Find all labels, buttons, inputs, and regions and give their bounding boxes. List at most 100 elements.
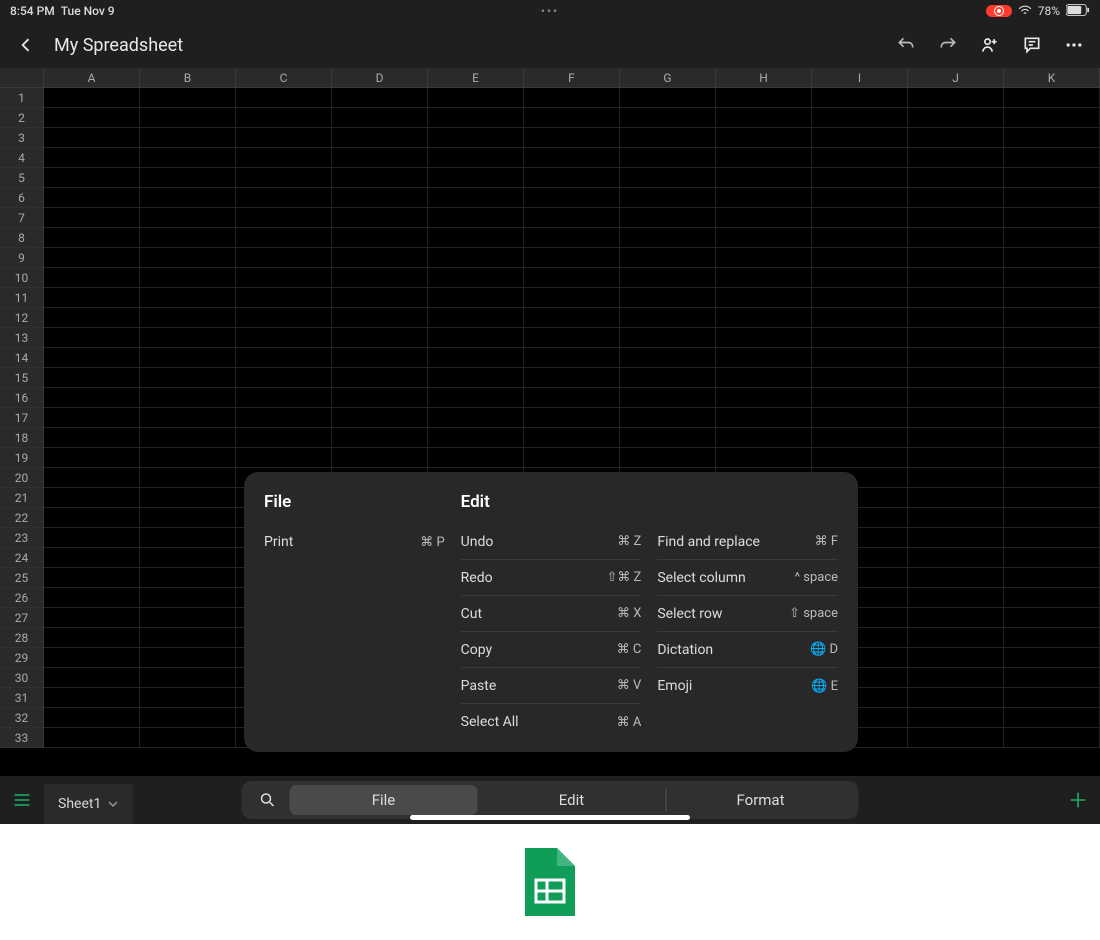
- cell[interactable]: [236, 448, 332, 468]
- undo-button[interactable]: [892, 31, 920, 59]
- cell[interactable]: [44, 488, 140, 508]
- cell[interactable]: [44, 588, 140, 608]
- cell[interactable]: [140, 468, 236, 488]
- cell[interactable]: [140, 628, 236, 648]
- row-header[interactable]: 16: [0, 388, 44, 408]
- cell[interactable]: [908, 88, 1004, 108]
- cell[interactable]: [428, 308, 524, 328]
- cell[interactable]: [908, 148, 1004, 168]
- segment-format[interactable]: Format: [667, 785, 855, 815]
- row-header[interactable]: 18: [0, 428, 44, 448]
- search-button[interactable]: [246, 791, 290, 809]
- row-header[interactable]: 10: [0, 268, 44, 288]
- row-header[interactable]: 1: [0, 88, 44, 108]
- cell[interactable]: [140, 588, 236, 608]
- cell[interactable]: [716, 448, 812, 468]
- row-header[interactable]: 14: [0, 348, 44, 368]
- cell[interactable]: [620, 288, 716, 308]
- shortcut-item[interactable]: Print⌘ P: [264, 524, 445, 560]
- cell[interactable]: [428, 328, 524, 348]
- cell[interactable]: [716, 288, 812, 308]
- cell[interactable]: [716, 188, 812, 208]
- row-header[interactable]: 21: [0, 488, 44, 508]
- cell[interactable]: [44, 188, 140, 208]
- cell[interactable]: [524, 228, 620, 248]
- column-header[interactable]: I: [812, 68, 908, 88]
- cell[interactable]: [524, 348, 620, 368]
- cell[interactable]: [812, 188, 908, 208]
- back-button[interactable]: [12, 31, 40, 59]
- row-header[interactable]: 26: [0, 588, 44, 608]
- cell[interactable]: [428, 448, 524, 468]
- cell[interactable]: [428, 168, 524, 188]
- shortcut-item[interactable]: Cut⌘ X: [461, 596, 642, 632]
- cell[interactable]: [1004, 88, 1100, 108]
- cell[interactable]: [620, 168, 716, 188]
- cell[interactable]: [908, 468, 1004, 488]
- cell[interactable]: [1004, 448, 1100, 468]
- row-header[interactable]: 24: [0, 548, 44, 568]
- cell[interactable]: [812, 268, 908, 288]
- cell[interactable]: [716, 228, 812, 248]
- cell[interactable]: [908, 428, 1004, 448]
- row-header[interactable]: 33: [0, 728, 44, 748]
- row-header[interactable]: 7: [0, 208, 44, 228]
- cell[interactable]: [44, 608, 140, 628]
- cell[interactable]: [428, 128, 524, 148]
- cell[interactable]: [44, 708, 140, 728]
- cell[interactable]: [908, 388, 1004, 408]
- cell[interactable]: [44, 328, 140, 348]
- cell[interactable]: [236, 88, 332, 108]
- cell[interactable]: [1004, 288, 1100, 308]
- cell[interactable]: [1004, 148, 1100, 168]
- cell[interactable]: [236, 388, 332, 408]
- cell[interactable]: [332, 168, 428, 188]
- row-header[interactable]: 25: [0, 568, 44, 588]
- cell[interactable]: [140, 708, 236, 728]
- cell[interactable]: [908, 228, 1004, 248]
- cell[interactable]: [332, 428, 428, 448]
- cell[interactable]: [1004, 628, 1100, 648]
- cell[interactable]: [236, 228, 332, 248]
- cell[interactable]: [524, 188, 620, 208]
- cell[interactable]: [332, 408, 428, 428]
- cell[interactable]: [524, 308, 620, 328]
- cell[interactable]: [1004, 668, 1100, 688]
- cell[interactable]: [428, 428, 524, 448]
- cell[interactable]: [620, 428, 716, 448]
- cell[interactable]: [620, 108, 716, 128]
- cell[interactable]: [140, 368, 236, 388]
- cell[interactable]: [1004, 308, 1100, 328]
- cell[interactable]: [620, 208, 716, 228]
- cell[interactable]: [908, 608, 1004, 628]
- column-header[interactable]: J: [908, 68, 1004, 88]
- all-sheets-button[interactable]: [0, 776, 44, 824]
- cell[interactable]: [140, 508, 236, 528]
- cell[interactable]: [620, 408, 716, 428]
- cell[interactable]: [908, 708, 1004, 728]
- cell[interactable]: [716, 268, 812, 288]
- cell[interactable]: [140, 288, 236, 308]
- cell[interactable]: [140, 268, 236, 288]
- cell[interactable]: [44, 428, 140, 448]
- row-header[interactable]: 9: [0, 248, 44, 268]
- cell[interactable]: [620, 148, 716, 168]
- cell[interactable]: [428, 388, 524, 408]
- cell[interactable]: [140, 668, 236, 688]
- cell[interactable]: [140, 728, 236, 748]
- row-header[interactable]: 3: [0, 128, 44, 148]
- redo-button[interactable]: [934, 31, 962, 59]
- cell[interactable]: [524, 328, 620, 348]
- cell[interactable]: [44, 668, 140, 688]
- cell[interactable]: [524, 448, 620, 468]
- home-indicator[interactable]: [410, 815, 690, 820]
- cell[interactable]: [44, 508, 140, 528]
- cell[interactable]: [524, 288, 620, 308]
- cell[interactable]: [620, 88, 716, 108]
- column-header[interactable]: A: [44, 68, 140, 88]
- cell[interactable]: [44, 248, 140, 268]
- cell[interactable]: [908, 448, 1004, 468]
- cell[interactable]: [812, 368, 908, 388]
- row-header[interactable]: 27: [0, 608, 44, 628]
- cell[interactable]: [524, 168, 620, 188]
